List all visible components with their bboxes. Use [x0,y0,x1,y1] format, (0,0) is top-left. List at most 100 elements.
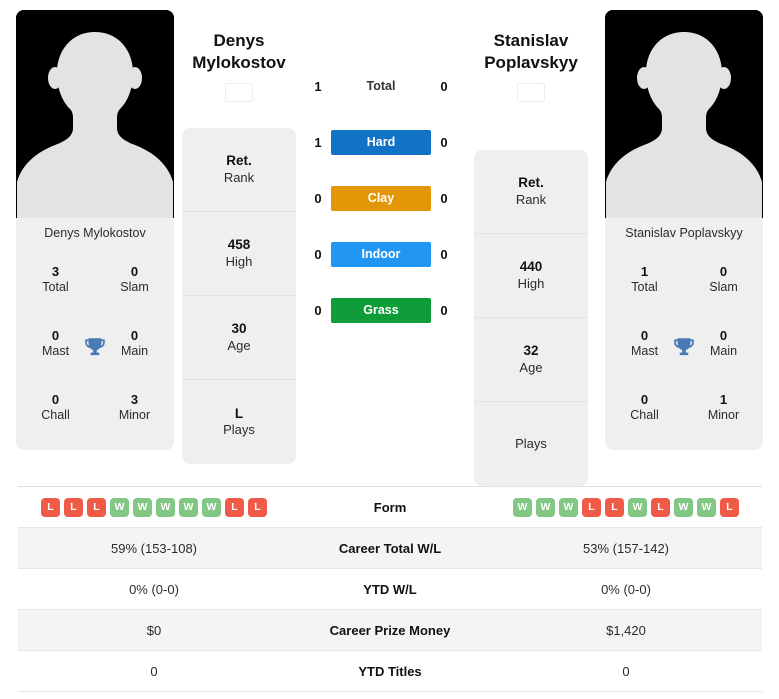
rank-row-plays: L Plays [182,380,296,464]
titles-chall-right: 0 Chall [605,392,684,424]
rank-row-rank: Ret. Rank [182,128,296,212]
form-badge-w: W [536,497,555,517]
titles-slam-left: 0 Slam [95,264,174,296]
player-photo-right [605,10,763,218]
row-label: Form [373,499,407,515]
avatar-silhouette-icon [16,10,174,218]
form-badge-l: L [651,497,670,517]
player-card-right: Stanislav Poplavskyy 1 Total 0 Slam 0 Ma… [605,10,763,450]
rank-row-high: 458 High [182,212,296,296]
player-header-name-line1: Denys [213,31,265,50]
ytd-wl-right: 0% (0-0) [601,581,651,597]
trophy-icon [671,335,697,361]
h2h-right-score: 0 [440,246,448,262]
h2h-surface-hard[interactable]: Hard [331,129,431,155]
ytd-titles-right: 0 [622,663,630,679]
titles-grid-right: 1 Total 0 Slam 0 Mast 0 Main 0 Chall 1 M… [605,246,763,450]
form-badge-l: L [582,497,601,517]
titles-grid-left: 3 Total 0 Slam 0 Mast 0 Main 0 Chall 3 M… [16,246,174,450]
titles-total-label: Total [631,280,658,295]
form-badge-l: L [720,497,739,517]
h2h-surface-label: Grass [331,297,431,323]
row-label: Career Prize Money [329,622,451,638]
rank-value: 458 [227,237,251,253]
stats-comparison-table: LLLWWWWWLL Form WWWLLWLWWL 59% (153-108)… [18,486,762,692]
titles-slam-value: 0 [719,264,728,280]
h2h-surface-total: Total [331,74,431,99]
titles-row: 1 Total 0 Slam [605,248,763,312]
rank-card-left: Ret. Rank 458 High 30 Age L Plays [182,128,296,464]
player-name-right: Stanislav Poplavskyy [625,226,743,240]
titles-minor-right: 1 Minor [684,392,763,424]
h2h-row-grass: 0 Grass 0 [305,282,457,338]
titles-minor-label: Minor [118,408,151,423]
rank-label: Age [227,337,251,353]
h2h-row-total: 1 Total 0 [305,58,457,114]
titles-chall-left: 0 Chall [16,392,95,424]
rank-label: Age [519,359,543,375]
h2h-surface-grass[interactable]: Grass [331,297,431,323]
rank-row-rank: Ret. Rank [474,150,588,234]
avatar-silhouette-icon [605,10,763,218]
titles-total-right: 1 Total [605,264,684,296]
titles-total-value: 3 [51,264,60,280]
form-badge-w: W [133,497,152,517]
h2h-surface-indoor[interactable]: Indoor [331,241,431,267]
form-strip-right: WWWLLWLWWL [490,497,762,517]
form-badge-w: W [559,497,578,517]
rank-label: High [225,253,253,269]
career-prize-money-left: $0 [146,622,162,638]
rank-value: 32 [523,343,539,359]
h2h-surface-label: Hard [331,129,431,155]
titles-chall-value: 0 [640,392,649,408]
trophy-icon [82,335,108,361]
player-header-name-line1: Stanislav [493,31,569,50]
form-badge-w: W [110,497,129,517]
h2h-right-score: 0 [440,78,448,94]
form-cell-left: LLLWWWWWLL [18,497,290,517]
player-card-left: Denys Mylokostov 3 Total 0 Slam 0 Mast 0… [16,10,174,450]
titles-row: 0 Chall 1 Minor [605,376,763,440]
form-badge-l: L [64,497,83,517]
titles-chall-label: Chall [630,408,659,423]
ukraine-flag-icon [225,82,253,102]
titles-row: 3 Total 0 Slam [16,248,174,312]
titles-minor-value: 1 [719,392,728,408]
form-badge-w: W [628,497,647,517]
player-comparison-header: Denys Mylokostov 3 Total 0 Slam 0 Mast 0… [0,0,779,486]
titles-minor-label: Minor [707,408,740,423]
ukraine-flag-icon [517,82,545,102]
titles-row: 0 Chall 3 Minor [16,376,174,440]
form-badge-l: L [41,497,60,517]
h2h-surface-label: Clay [331,185,431,211]
rank-value: 440 [519,259,543,275]
rank-card-right: Ret. Rank 440 High 32 Age Plays [474,150,588,486]
rank-value: L [234,405,244,421]
player-photo-left [16,10,174,218]
player-header-name-line2: Mylokostov [192,52,286,72]
form-cell-right: WWWLLWLWWL [490,497,762,517]
player-header-right: Stanislav Poplavskyy [456,30,606,107]
titles-slam-right: 0 Slam [684,264,763,296]
table-row: LLLWWWWWLL Form WWWLLWLWWL [18,487,762,528]
rank-label: Plays [223,422,255,438]
rank-label: High [517,275,545,291]
titles-slam-label: Slam [709,280,738,295]
rank-value: 30 [231,321,247,337]
h2h-right-score: 0 [440,134,448,150]
rank-label: Plays [515,436,547,452]
h2h-row-hard: 1 Hard 0 [305,114,457,170]
titles-total-left: 3 Total [16,264,95,296]
titles-chall-value: 0 [51,392,60,408]
form-badge-w: W [674,497,693,517]
table-row: $0 Career Prize Money $1,420 [18,610,762,651]
player-name-left: Denys Mylokostov [44,226,146,240]
form-badge-w: W [179,497,198,517]
h2h-surface-clay[interactable]: Clay [331,185,431,211]
form-badge-l: L [605,497,624,517]
h2h-surface-label: Indoor [331,241,431,267]
player-header-name-line2: Poplavskyy [484,52,578,72]
career-total-wl-right: 53% (157-142) [583,540,669,556]
career-total-wl-left: 59% (153-108) [111,540,197,556]
player-header-left: Denys Mylokostov [164,30,314,107]
